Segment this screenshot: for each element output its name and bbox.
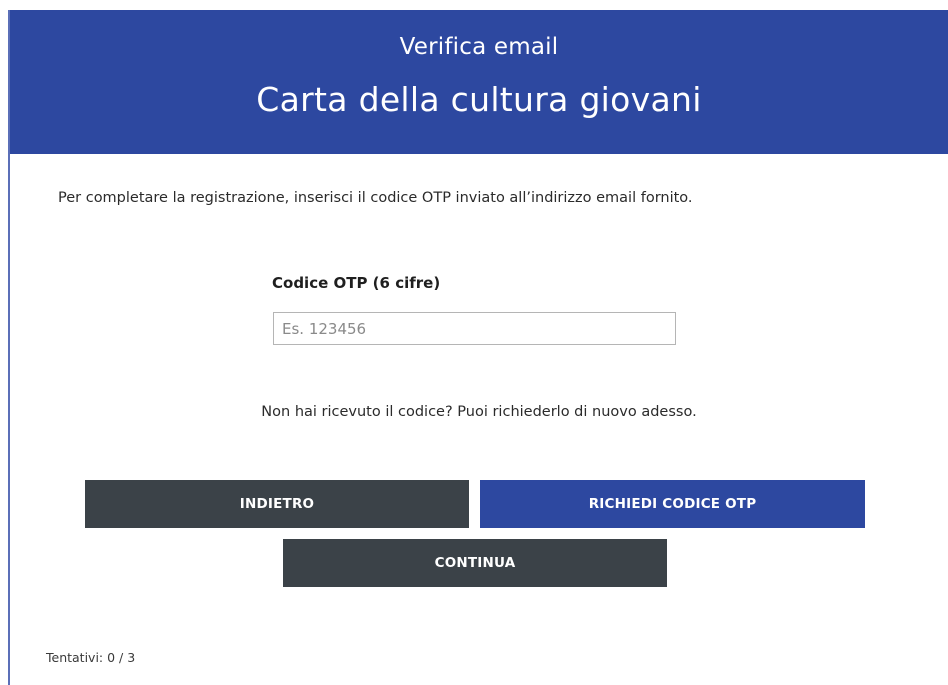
back-button[interactable]: INDIETRO — [85, 480, 469, 528]
page-title: Carta della cultura giovani — [256, 80, 702, 119]
page-subtitle: Verifica email — [399, 34, 559, 60]
request-otp-button[interactable]: RICHIEDI CODICE OTP — [480, 480, 865, 528]
resend-info-text: Non hai ricevuto il codice? Puoi richied… — [261, 404, 697, 420]
otp-input[interactable] — [273, 312, 676, 345]
page-header: Verifica email Carta della cultura giova… — [10, 10, 948, 154]
verification-panel: Verifica email Carta della cultura giova… — [8, 10, 948, 685]
intro-text: Per completare la registrazione, inseris… — [58, 190, 693, 206]
otp-field-label: Codice OTP (6 cifre) — [272, 274, 441, 292]
continue-button[interactable]: CONTINUA — [283, 539, 667, 587]
attempts-counter: Tentativi: 0 / 3 — [46, 650, 136, 665]
